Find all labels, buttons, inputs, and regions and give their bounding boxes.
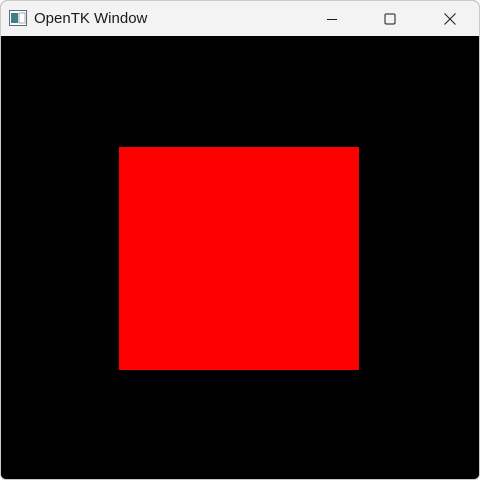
- minimize-icon: [327, 18, 337, 20]
- app-window-icon: [9, 10, 27, 26]
- red-quad: [119, 147, 359, 370]
- window-title: OpenTK Window: [34, 10, 148, 27]
- render-canvas[interactable]: [1, 36, 479, 479]
- close-button[interactable]: [421, 1, 479, 36]
- minimize-button[interactable]: [303, 1, 361, 36]
- app-window: OpenTK Window: [0, 0, 480, 480]
- maximize-button[interactable]: [361, 1, 419, 36]
- maximize-icon: [384, 13, 396, 24]
- close-icon: [444, 12, 456, 25]
- title-bar[interactable]: OpenTK Window: [1, 1, 479, 36]
